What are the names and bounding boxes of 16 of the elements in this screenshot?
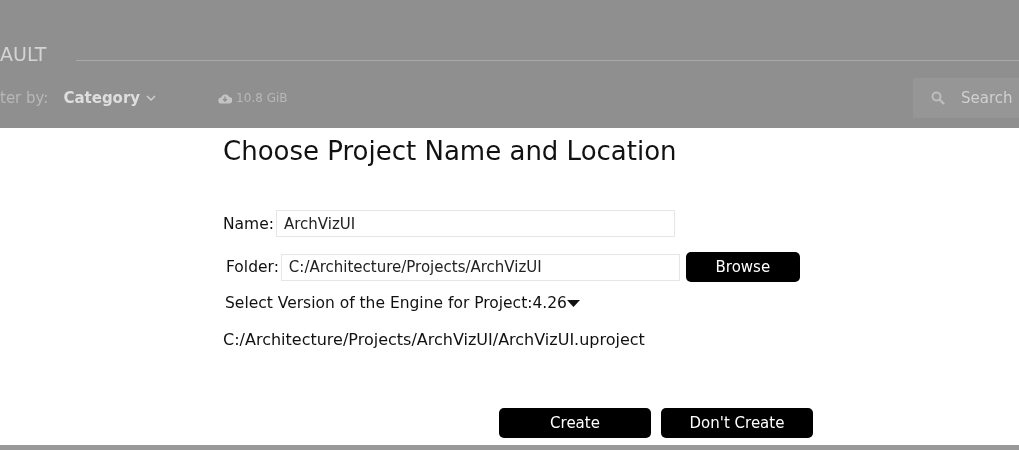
search-icon	[931, 91, 945, 105]
cancel-button[interactable]: Don't Create	[661, 408, 813, 438]
folder-field[interactable]: C:/Architecture/Projects/ArchVizUI	[280, 253, 680, 281]
dialog-title: Choose Project Name and Location	[223, 136, 678, 166]
caret-icon	[566, 299, 580, 307]
name-label: Name:	[223, 214, 274, 233]
chevron-icon	[146, 94, 157, 102]
project-path: C:/Architecture/Projects/ArchVizUI/ArchVizUI.uproject	[223, 330, 645, 349]
name-field[interactable]: ArchVizUI	[275, 210, 675, 237]
browse-button[interactable]: Browse	[685, 252, 800, 282]
version-label: Select Version of the Engine for Project:	[225, 294, 533, 312]
cloud-download-icon	[218, 92, 233, 104]
folder-label: Folder:	[226, 258, 279, 276]
version-dropdown[interactable]: 4.26	[532, 294, 580, 312]
create-button[interactable]: Create	[499, 408, 651, 438]
search-field[interactable]: Search	[913, 78, 1019, 118]
